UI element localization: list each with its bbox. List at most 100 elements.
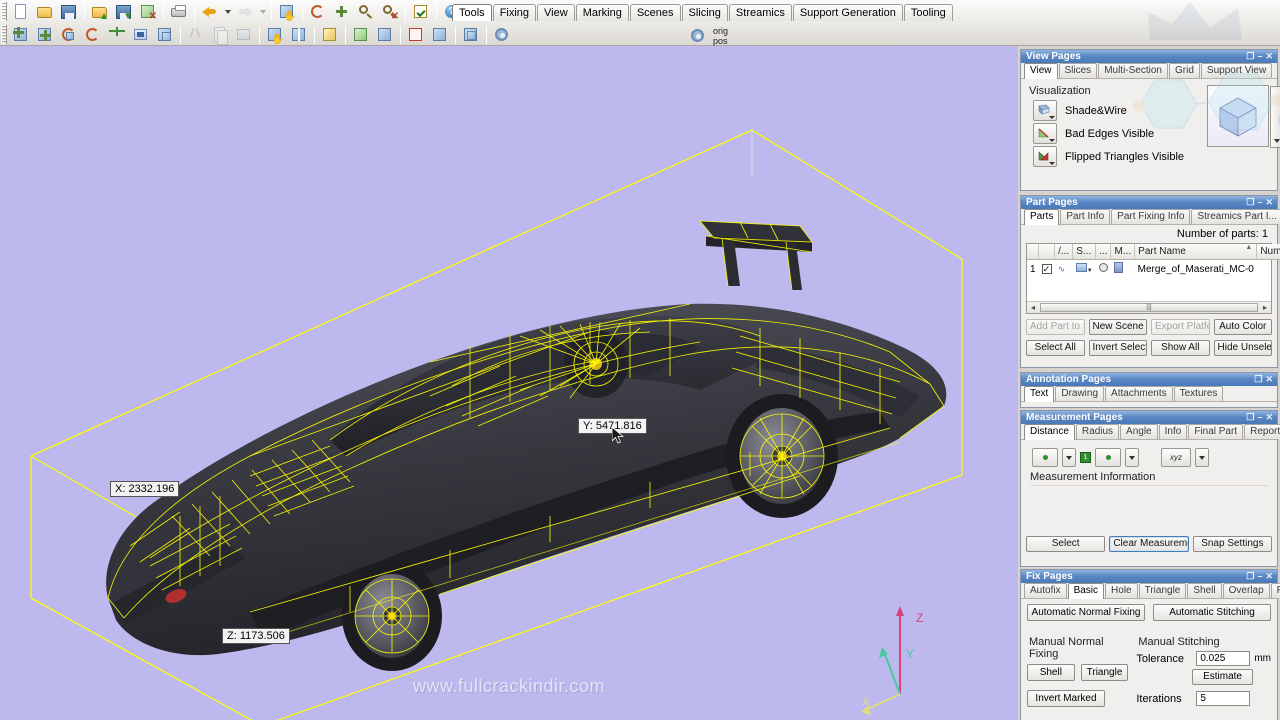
measurement-tab-final-part[interactable]: Final Part bbox=[1188, 424, 1243, 439]
model-canvas[interactable]: Z Y X bbox=[0, 46, 1018, 720]
hollow-icon[interactable] bbox=[405, 24, 427, 45]
rotate-part-copy-icon[interactable] bbox=[82, 24, 104, 45]
annotation-tab-drawing[interactable]: Drawing bbox=[1055, 386, 1104, 401]
shrink-wrap-icon[interactable] bbox=[350, 24, 372, 45]
fix-pages-tabstrip[interactable]: AutofixBasicHoleTriangleShellOverlapPoin… bbox=[1021, 583, 1277, 599]
offset-icon[interactable] bbox=[429, 24, 451, 45]
snap-settings-button[interactable]: Snap Settings bbox=[1193, 536, 1272, 552]
tolerance-input[interactable]: 0.025 bbox=[1196, 651, 1250, 666]
iterations-input[interactable]: 5 bbox=[1196, 691, 1250, 706]
parts-column-header-3[interactable]: S... bbox=[1073, 244, 1096, 260]
view-pages-float-button[interactable]: ❐ bbox=[1246, 50, 1254, 63]
rotate-part-icon[interactable] bbox=[58, 24, 80, 45]
measurement-tab-info[interactable]: Info bbox=[1159, 424, 1188, 439]
part-pages-float-button[interactable]: ❐ bbox=[1246, 196, 1254, 209]
measurement-tab-angle[interactable]: Angle bbox=[1120, 424, 1158, 439]
part-tab-parts[interactable]: Parts bbox=[1024, 209, 1059, 225]
view-tab-support-view[interactable]: Support View bbox=[1201, 63, 1272, 78]
menu-tab-streamics[interactable]: Streamics bbox=[729, 4, 792, 21]
view-tab-grid[interactable]: Grid bbox=[1169, 63, 1200, 78]
fix-tab-triangle[interactable]: Triangle bbox=[1139, 583, 1187, 598]
part-tab-part-info[interactable]: Part Info bbox=[1060, 209, 1110, 224]
fix-tab-autofix[interactable]: Autofix bbox=[1024, 583, 1067, 598]
menu-tab-scenes[interactable]: Scenes bbox=[630, 4, 681, 21]
cube-preview-scrollbar[interactable] bbox=[1270, 86, 1280, 148]
parts-table-row[interactable]: 1✓∿▼Merge_of_Maserati_MC-0 bbox=[1027, 260, 1280, 279]
parts-column-header-6[interactable]: Part Name▲ bbox=[1135, 244, 1257, 260]
pick-point-2-dropdown[interactable] bbox=[1125, 448, 1139, 467]
measure-select-button[interactable]: Select bbox=[1026, 536, 1105, 552]
row-shading-icon[interactable]: ▼ bbox=[1073, 260, 1096, 279]
measurement-tab-radius[interactable]: Radius bbox=[1076, 424, 1119, 439]
part-tab-streamics-part-i[interactable]: Streamics Part I... bbox=[1191, 209, 1280, 224]
menu-tab-tooling[interactable]: Tooling bbox=[904, 4, 953, 21]
estimate-button[interactable]: Estimate bbox=[1192, 669, 1253, 685]
menu-tab-marking[interactable]: Marking bbox=[576, 4, 629, 21]
undo-icon[interactable] bbox=[199, 1, 221, 22]
zoom-reset-icon[interactable]: ✕ bbox=[379, 1, 401, 22]
merge-parts-icon[interactable]: ✋ bbox=[264, 24, 286, 45]
annotation-pages-tabstrip[interactable]: TextDrawingAttachmentsTextures bbox=[1021, 386, 1277, 402]
bad-edges-icon[interactable] bbox=[1033, 123, 1057, 144]
mirror-icon[interactable] bbox=[106, 24, 128, 45]
triangle-reduce-icon[interactable] bbox=[374, 24, 396, 45]
menu-tab-tools[interactable]: Tools bbox=[452, 4, 492, 21]
row-material-icon[interactable] bbox=[1111, 260, 1135, 279]
parts-column-header-4[interactable]: ... bbox=[1096, 244, 1111, 260]
fix-tab-overlap[interactable]: Overlap bbox=[1223, 583, 1270, 598]
toolbar-grip[interactable] bbox=[1, 2, 7, 21]
measurement-pages-float-button[interactable]: ❐ bbox=[1246, 411, 1254, 424]
flipped-triangles-icon[interactable] bbox=[1033, 146, 1057, 167]
axis-mode-button[interactable]: xyz bbox=[1161, 448, 1191, 467]
undo-dropdown[interactable] bbox=[222, 1, 233, 22]
align-icon[interactable] bbox=[319, 24, 341, 45]
part-pages-tabstrip[interactable]: PartsPart InfoPart Fixing InfoStreamics … bbox=[1021, 209, 1277, 225]
view-pages-close-button[interactable]: ✕ bbox=[1265, 50, 1273, 63]
toolbar-grip[interactable] bbox=[1, 25, 7, 44]
part-pages-minimize-button[interactable]: – bbox=[1257, 196, 1262, 209]
shade-wire-icon[interactable] bbox=[1033, 100, 1057, 121]
delete-part-icon[interactable]: ✕ bbox=[137, 1, 159, 22]
pan-view-icon[interactable] bbox=[331, 1, 353, 22]
wall-thickness-icon[interactable] bbox=[460, 24, 482, 45]
menu-tab-view[interactable]: View bbox=[537, 4, 575, 21]
translate-icon[interactable] bbox=[10, 24, 32, 45]
menu-tab-slicing[interactable]: Slicing bbox=[682, 4, 728, 21]
measure-mode-indicator[interactable]: 1 bbox=[1080, 452, 1091, 463]
measurement-pages-tabstrip[interactable]: DistanceRadiusAngleInfoFinal PartReport bbox=[1021, 424, 1277, 440]
main-menu-tabs[interactable]: ToolsFixingViewMarkingScenesSlicingStrea… bbox=[452, 2, 954, 21]
parts-grid-hscrollbar[interactable]: ◂ ||| ▸ bbox=[1027, 301, 1271, 313]
parts-grid[interactable]: /...S......M...Part Name▲Numl 1✓∿▼Merge_… bbox=[1026, 243, 1272, 314]
row-fix-status-icon[interactable]: ∿ bbox=[1055, 260, 1073, 279]
parts-column-header-2[interactable]: /... bbox=[1055, 244, 1073, 260]
automatic-normal-fixing-button[interactable]: Automatic Normal Fixing bbox=[1027, 604, 1145, 621]
view-pages-tabstrip[interactable]: ViewSlicesMulti-SectionGridSupport View bbox=[1021, 63, 1277, 79]
hscroll-left-arrow[interactable]: ◂ bbox=[1027, 303, 1039, 312]
scale-icon[interactable] bbox=[130, 24, 152, 45]
view-tab-slices[interactable]: Slices bbox=[1059, 63, 1098, 78]
annotation-tab-textures[interactable]: Textures bbox=[1174, 386, 1224, 401]
import-part-icon[interactable]: ▲ bbox=[89, 1, 111, 22]
view-tab-multi-section[interactable]: Multi-Section bbox=[1098, 63, 1168, 78]
hscroll-right-arrow[interactable]: ▸ bbox=[1259, 303, 1271, 312]
fix-pages-minimize-button[interactable]: – bbox=[1257, 570, 1262, 583]
clear-measurements-button[interactable]: Clear Measurements bbox=[1109, 536, 1188, 552]
fix-tab-point[interactable]: Point bbox=[1271, 583, 1280, 598]
measurement-tab-report[interactable]: Report bbox=[1244, 424, 1280, 439]
shell-button[interactable]: Shell bbox=[1027, 664, 1075, 681]
annotation-pages-close-button[interactable]: ✕ bbox=[1265, 373, 1273, 386]
automatic-stitching-button[interactable]: Automatic Stitching bbox=[1153, 604, 1271, 621]
save-icon[interactable] bbox=[58, 1, 80, 22]
pick-point-1-dropdown[interactable] bbox=[1062, 448, 1076, 467]
translate-copy-icon[interactable] bbox=[34, 24, 56, 45]
pick-point-2-button[interactable] bbox=[1095, 448, 1121, 467]
invert-marked-button[interactable]: Invert Marked bbox=[1027, 690, 1105, 707]
part-pages-close-button[interactable]: ✕ bbox=[1265, 196, 1273, 209]
new-scene-button[interactable]: New Scene bbox=[1089, 319, 1148, 335]
parts-column-header-5[interactable]: M... bbox=[1111, 244, 1135, 260]
orientation-cube-preview[interactable] bbox=[1207, 85, 1269, 147]
split-part-icon[interactable] bbox=[288, 24, 310, 45]
pick-part-icon[interactable]: ✋ bbox=[276, 1, 298, 22]
visualization-row-2[interactable]: Flipped Triangles Visible bbox=[1033, 146, 1271, 167]
parts-column-header-0[interactable] bbox=[1027, 244, 1039, 260]
